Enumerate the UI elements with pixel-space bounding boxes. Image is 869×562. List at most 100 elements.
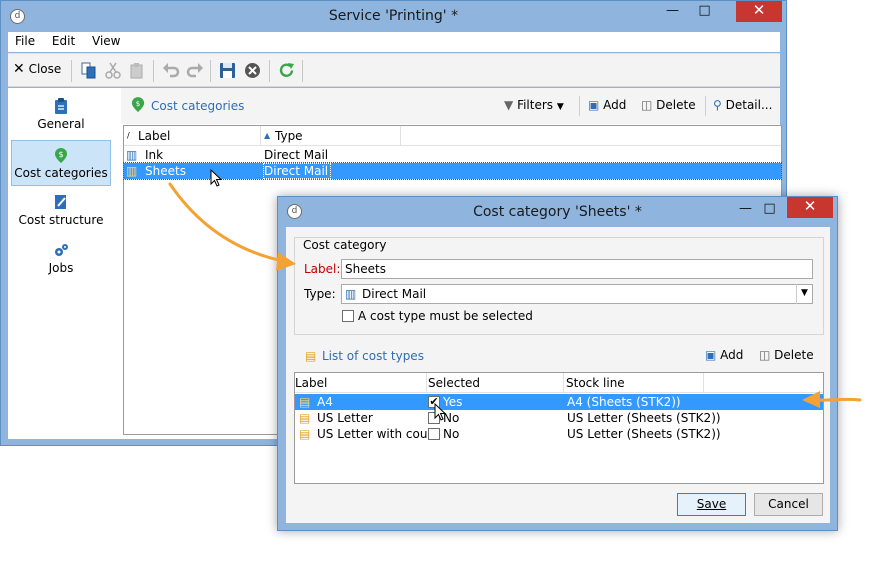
money-pin-icon: $ — [55, 148, 67, 163]
cut-icon[interactable] — [105, 62, 121, 82]
maximize-icon[interactable]: □ — [691, 1, 718, 22]
panel-title: Cost categories — [151, 99, 245, 113]
menu-view[interactable]: View — [92, 32, 120, 48]
undo-icon[interactable] — [162, 62, 180, 82]
label-input[interactable]: Sheets — [341, 259, 813, 279]
filters-button[interactable]: ▼ Filters ▼ — [504, 98, 564, 112]
chevron-down-icon[interactable]: ▼ — [796, 284, 812, 304]
list-icon: ▤ — [299, 427, 311, 441]
type-field-label: Type: — [304, 287, 336, 301]
menubar: File Edit View — [8, 32, 780, 52]
cancel-button[interactable]: Cancel — [754, 493, 823, 516]
trash-icon: ◫ — [759, 348, 771, 362]
sidebar-item-cost-categories[interactable]: $ Cost categories — [11, 140, 111, 186]
toolbar-separator — [269, 60, 270, 82]
cost-type-required-checkbox[interactable] — [342, 310, 354, 322]
column-divider[interactable] — [260, 126, 261, 146]
row-label: A4 — [317, 395, 333, 409]
close-x-icon: ✕ — [13, 61, 25, 77]
main-titlebar[interactable]: d Service 'Printing' * — □ ✕ — [1, 1, 786, 31]
row-stock-line: US Letter (Sheets (STK2)) — [567, 427, 721, 441]
copy-icon[interactable] — [81, 62, 97, 82]
column-divider[interactable] — [426, 373, 427, 393]
table-row-selected[interactable]: ▤ A4 ✔ Yes A4 (Sheets (STK2)) — [295, 394, 823, 410]
row-type: Direct Mail — [264, 148, 329, 162]
annotation-arrow — [802, 391, 862, 408]
list-header: Label Selected Stock line — [295, 373, 823, 393]
menu-edit[interactable]: Edit — [52, 32, 75, 48]
clipboard-icon — [55, 98, 67, 114]
cost-types-header: ▤ List of cost types ▣ Add ◫ Delete — [294, 341, 824, 371]
row-label: Sheets — [145, 164, 186, 178]
minimize-icon[interactable]: — — [659, 1, 686, 22]
save-icon[interactable] — [219, 62, 236, 82]
table-row[interactable]: ▤ US Letter with cou... No US Letter (Sh… — [295, 426, 823, 442]
chevron-down-icon: ▼ — [556, 102, 564, 112]
cancel-circle-icon[interactable] — [244, 62, 261, 82]
sidebar-item-general[interactable]: General — [11, 92, 111, 138]
delete-button[interactable]: ◫ Delete — [641, 98, 696, 112]
stock-icon: ▥ — [126, 148, 138, 162]
sidebar: General $ Cost categories Cost structure — [8, 88, 114, 439]
sort-slash-icon: / — [127, 131, 130, 140]
close-button[interactable]: ✕ Close — [13, 61, 61, 81]
funnel-icon: ▼ — [504, 98, 514, 112]
toolbar-separator — [153, 60, 154, 82]
redo-icon[interactable] — [186, 62, 204, 82]
magnifier-icon: ⚲ — [713, 98, 722, 112]
menu-file[interactable]: File — [15, 32, 35, 48]
list-row[interactable]: ▥ Ink Direct Mail — [124, 147, 781, 163]
save-button[interactable]: Save — [677, 493, 746, 516]
toolbar-separator — [579, 96, 580, 116]
panel-header: $ Cost categories ▼ Filters ▼ ▣ Add ◫ De… — [121, 88, 780, 124]
sidebar-item-jobs[interactable]: Jobs — [11, 236, 111, 282]
refresh-icon[interactable] — [278, 62, 295, 82]
add-button[interactable]: ▣ Add — [588, 98, 626, 112]
toolbar: ✕ Close — [8, 53, 780, 87]
column-selected[interactable]: Selected — [428, 376, 480, 390]
maximize-icon[interactable]: □ — [756, 199, 783, 220]
toolbar-separator — [705, 96, 706, 116]
type-select[interactable]: ▥ Direct Mail ▼ — [341, 284, 813, 304]
table-row[interactable]: ▤ US Letter No US Letter (Sheets (STK2)) — [295, 410, 823, 426]
detail-button[interactable]: ⚲ Detail... — [713, 98, 772, 112]
money-pin-icon: $ — [131, 97, 145, 112]
paste-icon[interactable] — [129, 62, 145, 82]
list-icon: ▤ — [305, 349, 317, 363]
sidebar-item-cost-structure[interactable]: Cost structure — [11, 188, 111, 234]
minimize-icon[interactable]: — — [732, 199, 759, 220]
mouse-cursor-icon — [434, 403, 447, 421]
stock-icon: ▥ — [126, 164, 138, 178]
add-doc-icon: ▣ — [705, 348, 717, 362]
close-dialog-icon[interactable]: ✕ — [787, 197, 833, 218]
dialog-add-button[interactable]: ▣ Add — [705, 348, 743, 362]
cost-types-title: List of cost types — [322, 349, 424, 363]
column-stock-line[interactable]: Stock line — [566, 376, 625, 390]
add-doc-icon: ▣ — [588, 98, 600, 112]
annotation-arrow — [168, 182, 296, 271]
selected-checkbox[interactable] — [428, 428, 440, 440]
row-stock-line: A4 (Sheets (STK2)) — [567, 395, 681, 409]
sort-ascending-icon: ▲ — [264, 131, 271, 140]
cost-category-dialog: d Cost category 'Sheets' * — □ ✕ Cost ca… — [277, 196, 838, 531]
column-label[interactable]: Label — [295, 376, 327, 390]
document-edit-icon — [55, 195, 66, 209]
svg-text:$: $ — [136, 100, 140, 108]
direct-mail-icon: ▥ — [345, 287, 357, 301]
column-divider[interactable] — [563, 373, 564, 393]
list-header: / Label ▲ Type — [124, 126, 781, 146]
toolbar-separator — [210, 60, 211, 82]
column-type[interactable]: Type — [275, 129, 303, 143]
cost-types-list: Label Selected Stock line ▤ A4 ✔ Yes A4 … — [294, 372, 824, 484]
checkbox-label: A cost type must be selected — [358, 309, 533, 323]
column-label[interactable]: Label — [138, 129, 170, 143]
gears-icon — [55, 244, 68, 256]
column-divider[interactable] — [400, 126, 401, 146]
dialog-delete-button[interactable]: ◫ Delete — [759, 348, 814, 362]
column-divider[interactable] — [703, 373, 704, 393]
row-label: Ink — [145, 148, 164, 162]
row-label: US Letter — [317, 411, 373, 425]
list-icon: ▤ — [299, 411, 311, 425]
trash-icon: ◫ — [641, 98, 653, 112]
close-window-icon[interactable]: ✕ — [736, 1, 782, 22]
